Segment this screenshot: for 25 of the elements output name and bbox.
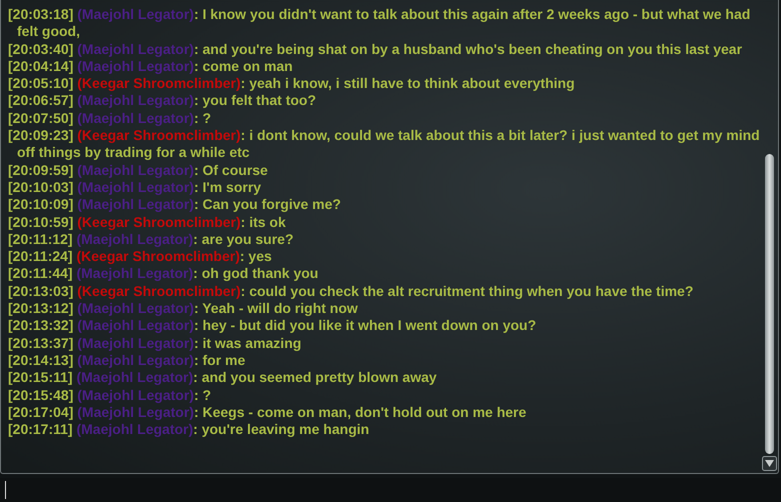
chat-message: [20:10:09] (Maejohl Legator): Can you forgive me? [8, 196, 342, 214]
chat-message: [20:07:50] (Maejohl Legator): ? [8, 110, 212, 128]
chat-message: [20:05:10] (Keegar Shroomclimber): yeah i know, i still have to think about everything [8, 75, 576, 92]
chat-message: [20:09:59] (Maejohl Legator): Of course [8, 162, 269, 179]
chat-message: [20:10:59] (Keegar Shroomclimber): its ok [8, 214, 287, 231]
chat-message: [20:13:37] (Maejohl Legator): it was amazing [8, 334, 302, 352]
chat-message: [20:13:03] (Keegar Shroomclimber): could you check the alt recruitment thing when you have the time? [8, 282, 694, 300]
chat-message: [20:15:48] (Maejohl Legator): ? [8, 386, 212, 404]
chat-message: [20:09:23] (Keegar Shroomclimber): i dont know, could we talk about this a bit later? i just wanted to get my mind off things by trading for a while etc [8, 127, 761, 162]
scroll-down-icon[interactable] [762, 456, 777, 471]
chat-message: [20:13:12] (Maejohl Legator): Yeah - will do right now [8, 300, 359, 318]
chat-message: [20:11:44] (Maejohl Legator): oh god thank you [8, 265, 320, 283]
chat-message: [20:14:13] (Maejohl Legator): for me [8, 352, 246, 370]
chat-message: [20:04:14] (Maejohl Legator): come on man [8, 58, 294, 76]
scrollbar-thumb[interactable] [765, 154, 774, 454]
chat-message: [20:10:03] (Maejohl Legator): I'm sorry [8, 178, 262, 196]
chat-message: [20:11:12] (Maejohl Legator): are you sure? [8, 230, 295, 248]
chat-message: [20:03:40] (Maejohl Legator): and you're being shat on by a husband who's been cheating on you this last year [8, 40, 744, 58]
chat-message: [20:17:11] (Maejohl Legator): you're leaving me hangin [8, 421, 370, 438]
chat-message: [20:15:11] (Maejohl Legator): and you seemed pretty blown away [8, 369, 438, 387]
chat-message: [20:11:24] (Keegar Shroomclimber): yes [8, 248, 273, 266]
chat-message: [20:17:04] (Maejohl Legator): Keegs - come on man, don't hold out on me here [8, 404, 528, 422]
chat-message: [20:03:18] (Maejohl Legator): I know you didn't want to talk about this again after 2 weeks ago - but what we had felt good, [8, 6, 752, 41]
chat-message: [20:13:32] (Maejohl Legator): hey - but did you like it when I went down on you? [8, 317, 538, 335]
chat-message: [20:06:57] (Maejohl Legator): you felt that too? [8, 92, 318, 110]
